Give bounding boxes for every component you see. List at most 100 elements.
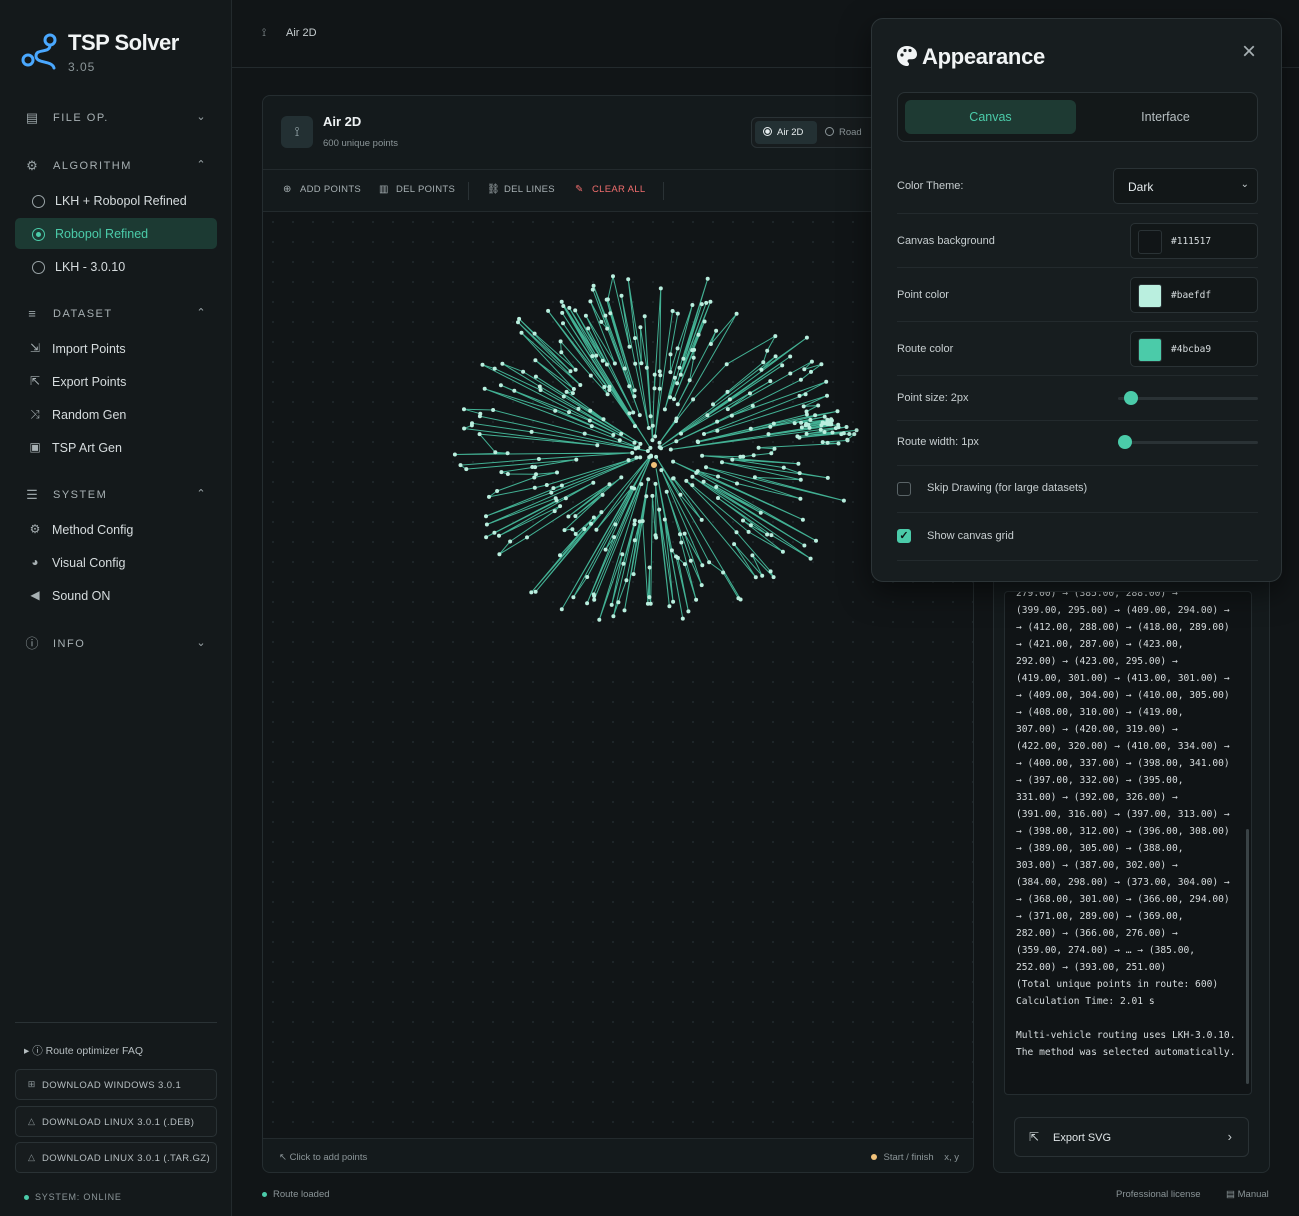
route-point[interactable] — [735, 481, 739, 486]
route-point[interactable] — [644, 365, 649, 370]
route-point[interactable] — [508, 539, 513, 544]
route-point[interactable] — [804, 412, 809, 417]
route-point[interactable] — [632, 518, 637, 523]
route-point[interactable] — [558, 504, 563, 509]
route-point[interactable] — [835, 409, 840, 414]
system-method-config[interactable]: ⚙ Method Config — [15, 514, 217, 545]
route-point[interactable] — [699, 583, 704, 588]
route-point[interactable] — [578, 383, 583, 387]
route-point[interactable] — [701, 479, 706, 484]
route-canvas[interactable] — [263, 212, 973, 1138]
route-point[interactable] — [647, 595, 652, 600]
route-point[interactable] — [768, 379, 773, 384]
route-point[interactable] — [734, 311, 739, 316]
route-point[interactable] — [773, 354, 778, 359]
route-point[interactable] — [716, 474, 720, 479]
route-point[interactable] — [594, 527, 599, 532]
route-point[interactable] — [573, 532, 578, 536]
route-point[interactable] — [576, 406, 581, 411]
route-point[interactable] — [613, 522, 618, 527]
route-point[interactable] — [798, 477, 803, 482]
route-point[interactable] — [645, 601, 650, 606]
route-point[interactable] — [521, 369, 526, 374]
algorithm-option[interactable]: LKH + Robopol Refined — [15, 185, 217, 216]
route-point[interactable] — [553, 408, 558, 413]
route-point[interactable] — [803, 392, 808, 397]
route-point[interactable] — [589, 424, 594, 429]
route-point[interactable] — [549, 490, 554, 495]
route-point[interactable] — [658, 286, 663, 291]
route-point[interactable] — [530, 465, 535, 469]
point-size-slider[interactable] — [1118, 391, 1258, 405]
route-point[interactable] — [653, 434, 658, 439]
route-point[interactable] — [800, 517, 805, 522]
route-point[interactable] — [573, 514, 578, 519]
route-point[interactable] — [674, 554, 678, 559]
route-point[interactable] — [599, 510, 604, 515]
route-point[interactable] — [505, 472, 510, 476]
route-point[interactable] — [519, 330, 524, 335]
route-point[interactable] — [594, 353, 599, 358]
route-point[interactable] — [675, 381, 680, 386]
route-point[interactable] — [686, 609, 691, 614]
route-point[interactable] — [802, 543, 807, 548]
route-point[interactable] — [633, 424, 637, 429]
dataset-export-points[interactable]: ⇱ Export Points — [15, 366, 217, 397]
route-point[interactable] — [482, 386, 487, 391]
route-point[interactable] — [607, 482, 612, 487]
route-point[interactable] — [644, 494, 649, 499]
route-point[interactable] — [619, 431, 624, 436]
route-point[interactable] — [611, 614, 616, 619]
route-point[interactable] — [470, 421, 474, 426]
route-point[interactable] — [639, 482, 644, 487]
clear-all-button[interactable]: ✎ CLEAR ALL — [575, 184, 645, 195]
route-point[interactable] — [555, 470, 559, 475]
route-point[interactable] — [458, 463, 463, 468]
route-point[interactable] — [682, 562, 687, 567]
section-algorithm[interactable]: ⚙ ALGORITHM ⌃ — [20, 154, 216, 178]
route-point[interactable] — [696, 440, 701, 445]
slider-knob[interactable] — [1118, 435, 1132, 449]
route-point[interactable] — [603, 313, 608, 318]
route-point[interactable] — [619, 475, 624, 480]
route-point[interactable] — [809, 369, 813, 374]
route-point[interactable] — [636, 445, 641, 450]
route-point[interactable] — [591, 592, 596, 597]
route-point[interactable] — [830, 430, 835, 435]
route-point[interactable] — [780, 549, 785, 554]
route-point[interactable] — [592, 597, 597, 602]
route-point[interactable] — [700, 453, 705, 458]
route-point[interactable] — [765, 348, 770, 353]
route-point[interactable] — [563, 496, 568, 501]
route-point[interactable] — [727, 397, 732, 402]
route-point[interactable] — [583, 313, 588, 318]
route-point[interactable] — [586, 326, 591, 331]
route-point[interactable] — [822, 430, 827, 434]
route-point[interactable] — [753, 575, 758, 580]
route-point[interactable] — [582, 431, 587, 436]
route-point[interactable] — [637, 519, 642, 524]
route-point[interactable] — [642, 314, 647, 319]
route-point[interactable] — [562, 528, 567, 533]
show-grid-checkbox[interactable]: ✓ — [897, 529, 911, 543]
route-point[interactable] — [552, 509, 557, 514]
route-point[interactable] — [801, 404, 806, 409]
route-point[interactable] — [462, 407, 466, 412]
route-point[interactable] — [637, 413, 642, 418]
route-point[interactable] — [654, 454, 659, 459]
route-point[interactable] — [780, 363, 785, 368]
route-point[interactable] — [604, 362, 609, 367]
mode-air-2d[interactable]: Air 2D — [755, 121, 817, 144]
route-point[interactable] — [484, 522, 489, 527]
route-point[interactable] — [650, 493, 655, 498]
route-point[interactable] — [608, 311, 613, 316]
route-point[interactable] — [529, 429, 534, 434]
route-point[interactable] — [484, 514, 488, 519]
download-windows-button[interactable]: ⊞ DOWNLOAD WINDOWS 3.0.1 — [15, 1069, 217, 1100]
route-point[interactable] — [590, 287, 595, 292]
route-point[interactable] — [638, 325, 643, 330]
dataset-import-points[interactable]: ⇲ Import Points — [15, 333, 217, 364]
route-point[interactable] — [700, 563, 705, 568]
route-point[interactable] — [797, 435, 802, 440]
route-point[interactable] — [799, 420, 804, 425]
